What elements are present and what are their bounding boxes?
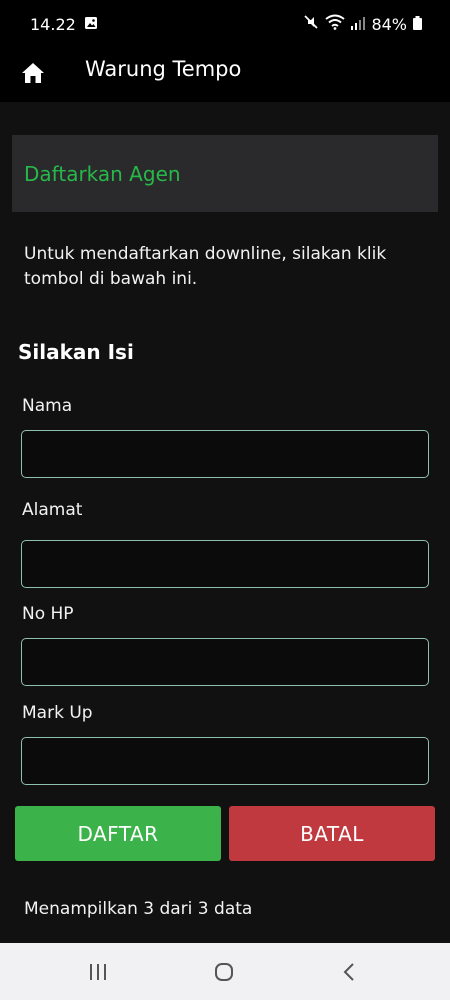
field-label-mark-up: Mark Up [22, 703, 93, 723]
field-label-nama: Nama [22, 396, 73, 416]
record-count-text: Menampilkan 3 dari 3 data [24, 899, 253, 919]
status-left: 14.22 [30, 15, 98, 34]
wifi-icon [325, 14, 346, 34]
image-icon [84, 15, 98, 34]
section-title: Daftarkan Agen [24, 161, 181, 186]
batal-button[interactable]: BATAL [229, 806, 435, 861]
back-icon[interactable] [338, 960, 362, 984]
recents-icon[interactable] [86, 960, 110, 984]
home-nav-icon[interactable] [212, 960, 236, 984]
mute-icon [303, 14, 319, 34]
no-hp-input[interactable] [21, 638, 429, 686]
field-label-alamat: Alamat [22, 500, 83, 520]
field-label-no-hp: No HP [22, 604, 74, 624]
info-text: Untuk mendaftarkan downline, silakan kli… [24, 244, 387, 289]
signal-icon [351, 15, 366, 34]
app-title: Warung Tempo [85, 57, 242, 81]
app-bar: Warung Tempo [0, 48, 450, 102]
battery-text: 84% [371, 14, 407, 34]
section-header: Daftarkan Agen [12, 135, 438, 212]
daftar-button[interactable]: DAFTAR [15, 806, 221, 861]
mark-up-input[interactable] [21, 737, 429, 785]
form-heading: Silakan Isi [18, 340, 134, 364]
battery-icon [413, 15, 422, 34]
status-bar: 14.22 84% [0, 0, 450, 48]
home-icon[interactable] [20, 60, 46, 86]
status-right: 84% [303, 14, 422, 34]
nama-input[interactable] [21, 430, 429, 478]
system-nav-bar [0, 943, 450, 1000]
alamat-input[interactable] [21, 540, 429, 588]
status-time: 14.22 [30, 14, 76, 34]
